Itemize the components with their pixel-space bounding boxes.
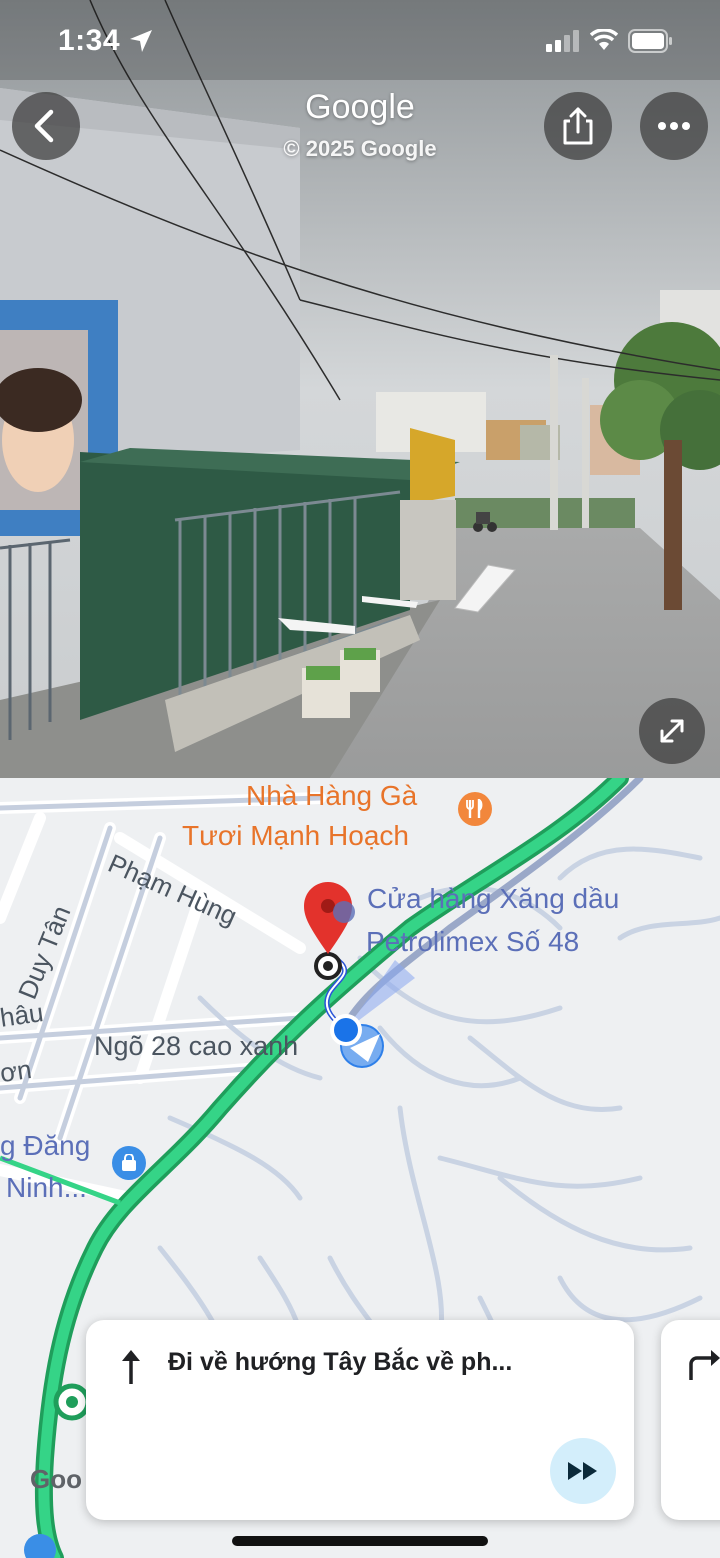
back-chevron-icon: [34, 109, 54, 143]
street-view-title: Google: [305, 88, 415, 126]
home-indicator[interactable]: [232, 1536, 488, 1546]
status-bar: 1:34: [0, 0, 720, 80]
direction-step-text: Đi về hướng Tây Bắc về ph...: [168, 1348, 513, 1376]
street-view-panorama[interactable]: 1:34 Google © 2025 Google: [0, 0, 720, 778]
cellular-signal-icon: [546, 30, 579, 52]
share-button[interactable]: [544, 92, 612, 160]
status-time: 1:34: [58, 24, 121, 57]
poi-label-restaurant-line1[interactable]: Nhà Hàng Gà: [246, 778, 417, 814]
more-dots-icon: [658, 122, 690, 130]
fast-forward-icon: [568, 1462, 597, 1480]
poi-label-restaurant-line2[interactable]: Tươi Mạnh Hoạch: [182, 818, 409, 854]
street-label-alley: Ngõ 28 cao xanh: [94, 1031, 299, 1061]
back-button[interactable]: [12, 92, 80, 160]
street-view-copyright: © 2025 Google: [283, 136, 437, 161]
direction-step-card[interactable]: Đi về hướng Tây Bắc về ph...: [86, 1320, 634, 1520]
turn-right-icon: [689, 1350, 720, 1380]
poi-label-gas-station-line2[interactable]: Petrolimex Số 48: [366, 924, 579, 960]
fork-knife-icon: [466, 799, 483, 818]
shopping-bag-icon[interactable]: [112, 1146, 146, 1180]
fast-forward-button[interactable]: [550, 1438, 616, 1504]
poi-label-shop-line1[interactable]: g Đăng: [0, 1128, 90, 1164]
street-label-fragment-on: ơn: [0, 1053, 34, 1089]
straight-arrow-icon: [122, 1350, 140, 1384]
next-direction-card[interactable]: [661, 1320, 720, 1520]
wifi-icon: [590, 29, 618, 50]
bag-glyph-icon: [122, 1154, 136, 1171]
share-icon: [563, 107, 593, 145]
location-arrow-icon: [130, 30, 152, 52]
poi-label-gas-station-line1[interactable]: Cửa hàng Xăng dầu: [367, 881, 619, 917]
expand-button[interactable]: [639, 698, 705, 764]
google-watermark: Goo: [30, 1464, 82, 1494]
battery-icon: [628, 29, 672, 53]
poi-label-shop-line2[interactable]: Ninh...: [6, 1170, 87, 1206]
more-options-button[interactable]: [640, 92, 708, 160]
restaurant-icon[interactable]: [458, 792, 492, 826]
screen: 1:34 Google © 2025 Google Nhà Hàng Gà Tư…: [0, 0, 720, 1558]
expand-icon: [660, 719, 684, 743]
street-label-fragment-hau: hâu: [0, 997, 46, 1033]
